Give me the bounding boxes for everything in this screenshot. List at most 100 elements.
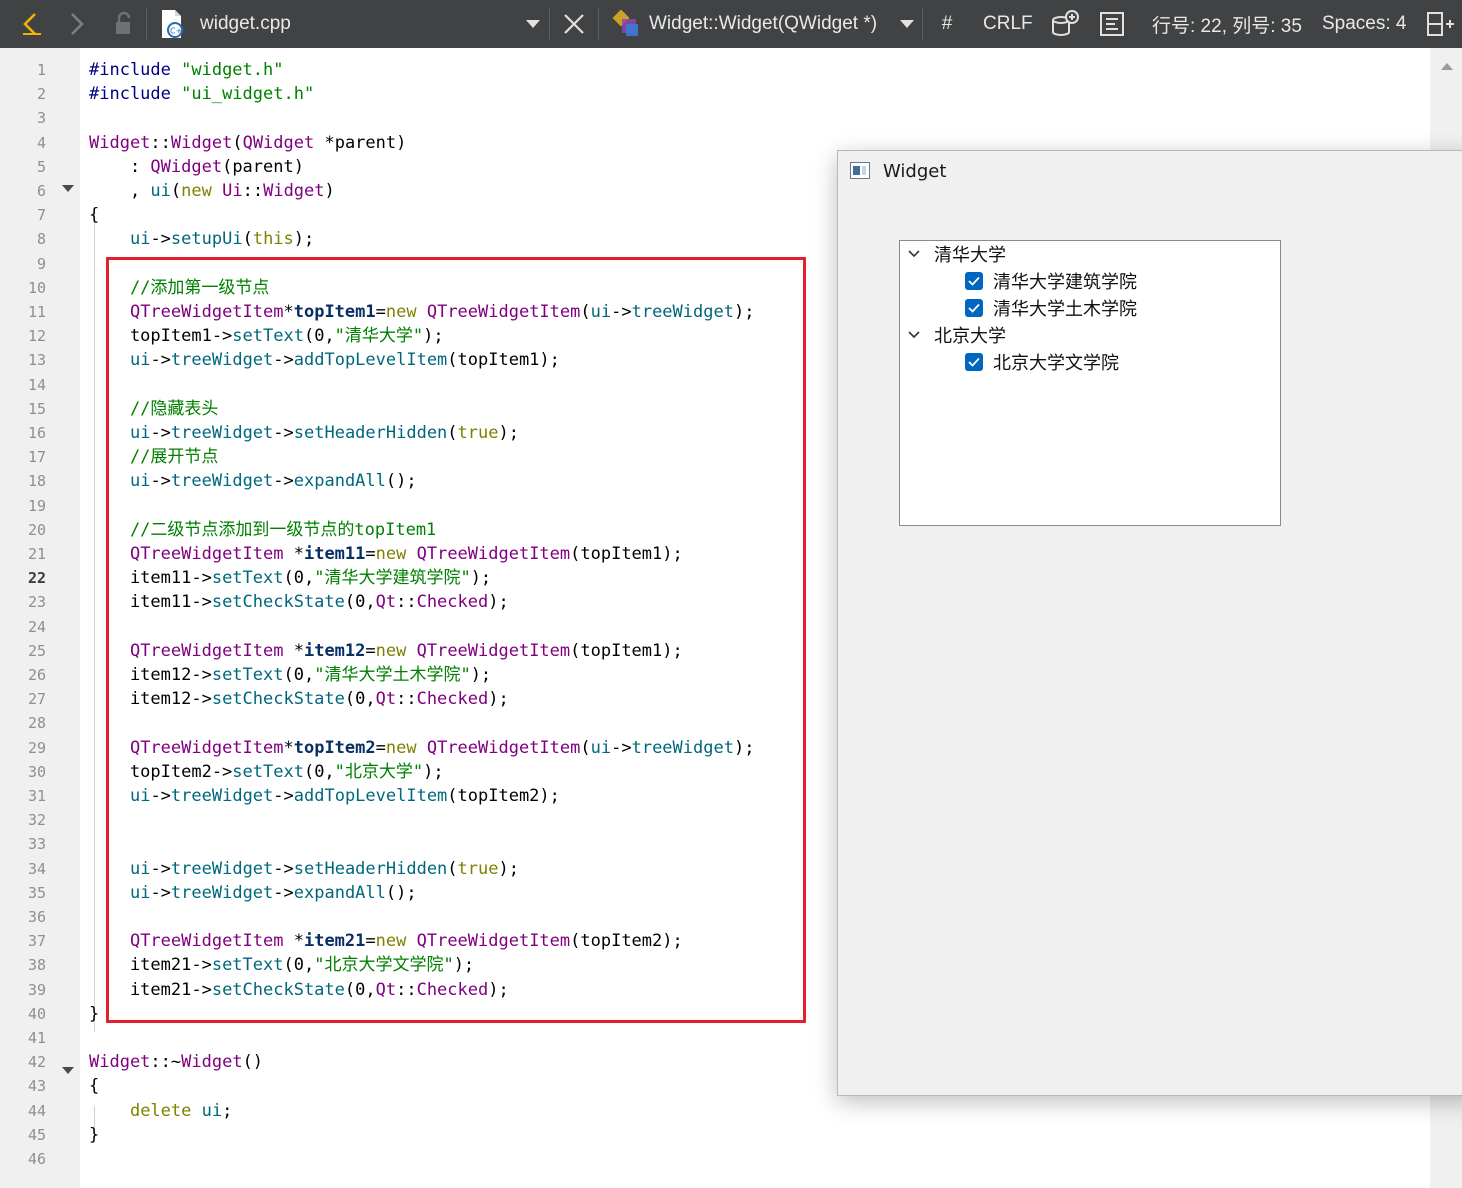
- tree-item-label: 北京大学文学院: [993, 353, 1119, 374]
- code-line: #include "ui_widget.h": [89, 84, 315, 105]
- code-line: , ui(new Ui::Widget): [89, 181, 335, 201]
- code-line: Widget::Widget(QWidget *parent): [89, 132, 407, 153]
- tree-item-child[interactable]: 清华大学土木学院: [965, 295, 1137, 321]
- tree-item-top[interactable]: 北京大学: [908, 322, 1006, 348]
- line-number: 18: [27, 472, 46, 491]
- line-number: 20: [27, 520, 46, 539]
- code-line: Widget::~Widget(): [89, 1052, 264, 1073]
- line-number: 31: [27, 787, 46, 805]
- close-file-icon[interactable]: [558, 0, 590, 48]
- line-number: 4: [36, 133, 46, 152]
- line-number: 8: [36, 230, 46, 249]
- outline-icon[interactable]: [1096, 0, 1128, 48]
- code-line: ui->setupUi(this);: [129, 229, 315, 250]
- line-number: 3: [36, 109, 46, 128]
- line-number: 32: [27, 811, 46, 830]
- code-line: {: [89, 1076, 100, 1097]
- window-title: Widget: [883, 161, 947, 182]
- line-number: 25: [27, 641, 46, 660]
- chevron-down-icon[interactable]: [908, 329, 920, 341]
- file-dropdown-icon[interactable]: [522, 0, 544, 48]
- forward-icon[interactable]: [60, 0, 94, 48]
- line-number: 41: [27, 1029, 46, 1047]
- line-ending[interactable]: CRLF: [983, 0, 1033, 48]
- cpp-file-icon: C++: [156, 0, 188, 48]
- tree-item-label: 北京大学: [934, 326, 1006, 347]
- svg-text:C++: C++: [170, 27, 185, 36]
- line-number: 7: [36, 206, 46, 225]
- code-line: {: [89, 205, 100, 226]
- line-number: 22: [27, 569, 46, 588]
- code-model-icon[interactable]: [1048, 0, 1082, 48]
- tree-widget[interactable]: 清华大学 清华大学建筑学院 清华大学土木学院 北京大学 北京大学文学院: [899, 240, 1281, 526]
- symbol-icon: [608, 0, 644, 48]
- tree-item-child[interactable]: 清华大学建筑学院: [965, 268, 1137, 294]
- line-number: 19: [27, 496, 46, 515]
- window-titlebar[interactable]: Widget: [838, 151, 1462, 193]
- line-number: 13: [27, 351, 46, 370]
- line-number: 35: [27, 883, 46, 902]
- checkbox-checked[interactable]: [965, 353, 983, 371]
- line-number: 21: [27, 545, 46, 563]
- fold-marker-icon[interactable]: [62, 1067, 74, 1074]
- line-number: 45: [27, 1125, 46, 1144]
- line-number: 1: [36, 61, 46, 79]
- code-line: }: [89, 1003, 100, 1024]
- tree-item-label: 清华大学: [934, 245, 1006, 266]
- window-app-icon: [850, 162, 870, 179]
- editor-toolbar: C++ widget.cpp Widget::Widget(QWidget *)…: [0, 0, 1462, 48]
- line-number: 5: [36, 157, 46, 176]
- tree-item-child[interactable]: 北京大学文学院: [965, 349, 1119, 375]
- line-number-gutter[interactable]: 1 2 3 4 5 6 7 8 9 10 11 12 13 14 15 16 17 18 19 20 21 22 23 24 2…: [0, 48, 80, 1188]
- line-number: 36: [27, 908, 46, 926]
- line-number: 14: [27, 375, 46, 394]
- line-number: 39: [27, 980, 46, 999]
- code-line: delete ui;: [129, 1100, 233, 1121]
- line-number: 33: [27, 835, 46, 854]
- line-number: 38: [27, 956, 46, 975]
- line-number: 26: [27, 666, 46, 684]
- tree-item-top[interactable]: 清华大学: [908, 241, 1006, 267]
- file-name[interactable]: widget.cpp: [200, 0, 291, 48]
- line-number: 10: [27, 278, 46, 297]
- line-number: 24: [27, 617, 46, 636]
- line-number: 16: [27, 424, 46, 442]
- line-number: 27: [27, 690, 46, 709]
- line-number: 6: [36, 182, 46, 200]
- line-number: 28: [27, 714, 46, 733]
- tree-item-label: 清华大学建筑学院: [993, 272, 1137, 293]
- widget-app-window[interactable]: Widget 清华大学 清华大学建筑学院 清华大学土木学院 北京大学 北京大学文…: [837, 150, 1462, 1096]
- line-number: 17: [27, 448, 46, 467]
- line-number: 42: [27, 1053, 46, 1072]
- code-line: : QWidget(parent): [89, 156, 304, 177]
- line-number: 44: [27, 1101, 46, 1120]
- symbol-dropdown-icon[interactable]: [896, 0, 918, 48]
- fold-marker-icon[interactable]: [62, 185, 74, 192]
- split-editor-icon[interactable]: [1424, 0, 1458, 48]
- tree-item-label: 清华大学土木学院: [993, 299, 1137, 320]
- line-number: 29: [27, 738, 46, 757]
- cursor-position[interactable]: 行号: 22, 列号: 35: [1152, 0, 1302, 48]
- line-number: 34: [27, 859, 46, 878]
- checkbox-checked[interactable]: [965, 272, 983, 290]
- lock-icon[interactable]: [106, 0, 140, 48]
- line-number: 40: [27, 1004, 46, 1023]
- line-number: 46: [27, 1150, 46, 1168]
- checkbox-checked[interactable]: [965, 299, 983, 317]
- scroll-up-icon[interactable]: [1441, 63, 1453, 70]
- line-number: 30: [27, 762, 46, 781]
- line-number: 11: [27, 303, 46, 321]
- line-number: 15: [27, 399, 46, 418]
- back-icon[interactable]: [14, 0, 48, 48]
- line-number: 37: [27, 932, 46, 951]
- line-number: 2: [36, 85, 46, 104]
- indent-spaces[interactable]: Spaces: 4: [1322, 0, 1407, 48]
- highlight-annotation-box: [106, 257, 806, 1023]
- symbol-name[interactable]: Widget::Widget(QWidget *): [649, 0, 877, 48]
- code-line: }: [89, 1124, 100, 1145]
- line-number: 23: [27, 593, 46, 612]
- line-number: 43: [27, 1077, 46, 1096]
- line-number: 9: [36, 254, 46, 273]
- chevron-down-icon[interactable]: [908, 248, 920, 260]
- hash-label[interactable]: #: [932, 0, 962, 48]
